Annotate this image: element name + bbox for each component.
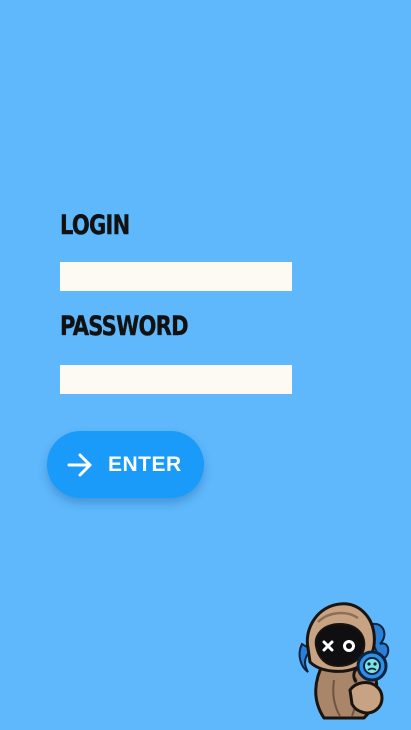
enter-button-label: ENTER <box>108 453 182 476</box>
arrow-right-icon <box>67 453 92 477</box>
login-label: LOGIN <box>60 210 131 241</box>
enter-button[interactable]: ENTER <box>47 431 204 498</box>
password-input[interactable] <box>60 365 292 394</box>
password-label: PASSWORD <box>60 311 189 342</box>
hooded-mascot-icon <box>298 602 390 720</box>
login-input[interactable] <box>60 262 292 291</box>
